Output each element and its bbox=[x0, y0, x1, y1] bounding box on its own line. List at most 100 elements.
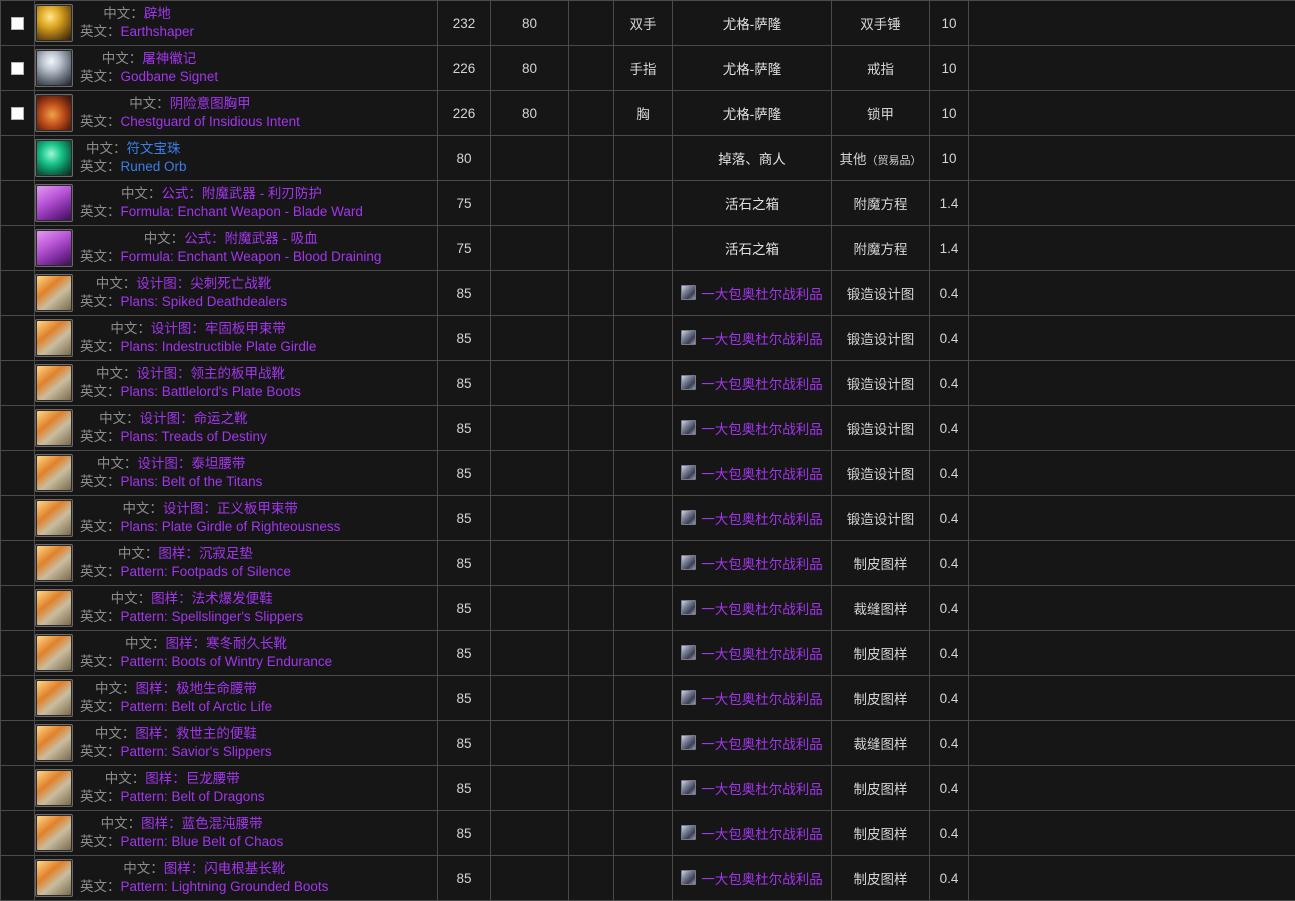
source-link[interactable]: 一大包奥杜尔战利品 bbox=[701, 823, 823, 843]
item-name-en[interactable]: Pattern: Spellslinger's Slippers bbox=[121, 609, 304, 624]
leatherworking-pattern-icon[interactable] bbox=[35, 859, 73, 897]
notes-cell bbox=[968, 270, 1295, 316]
source-cell[interactable]: 一大包奥杜尔战利品 bbox=[672, 675, 832, 721]
row-checkbox[interactable] bbox=[11, 17, 24, 31]
item-name-cn[interactable]: 公式：附魔武器 - 利刃防护 bbox=[161, 186, 322, 201]
source-cell[interactable]: 一大包奥杜尔战利品 bbox=[672, 540, 832, 586]
ring-icon[interactable] bbox=[35, 49, 73, 87]
type-cell: 锻造设计图 bbox=[831, 315, 930, 361]
source-cell[interactable]: 一大包奥杜尔战利品 bbox=[672, 270, 832, 316]
item-name-en[interactable]: Pattern: Boots of Wintry Endurance bbox=[121, 654, 333, 669]
item-name-cn[interactable]: 图样：沉寂足垫 bbox=[158, 546, 253, 561]
row-checkbox[interactable] bbox=[11, 107, 24, 121]
leatherworking-pattern-icon[interactable] bbox=[35, 769, 73, 807]
item-name-cn[interactable]: 设计图：命运之靴 bbox=[140, 411, 248, 426]
blacksmithing-plans-icon[interactable] bbox=[35, 499, 73, 537]
item-name-cn[interactable]: 图样：寒冬耐久长靴 bbox=[166, 636, 288, 651]
source-link[interactable]: 一大包奥杜尔战利品 bbox=[701, 553, 823, 573]
runed-orb-icon[interactable] bbox=[35, 139, 73, 177]
row-select-cell[interactable] bbox=[0, 0, 35, 46]
item-name-cn[interactable]: 设计图：正义板甲束带 bbox=[163, 501, 298, 516]
item-name-en[interactable]: Pattern: Belt of Arctic Life bbox=[121, 699, 273, 714]
item-name-en[interactable]: Plans: Treads of Destiny bbox=[121, 429, 267, 444]
enchanting-formula-icon[interactable] bbox=[35, 229, 73, 267]
item-name-en[interactable]: Runed Orb bbox=[121, 159, 187, 174]
two-handed-mace-icon[interactable] bbox=[35, 4, 73, 42]
table-row: 中文：图样：巨龙腰带 英文：Pattern: Belt of Dragons 85 一… bbox=[0, 765, 1295, 811]
lang-label: 中文： bbox=[122, 500, 163, 516]
item-name-en[interactable]: Pattern: Belt of Dragons bbox=[121, 789, 265, 804]
item-name-cn[interactable]: 辟地 bbox=[144, 6, 171, 21]
item-name-cn[interactable]: 图样：闪电根基长靴 bbox=[164, 861, 286, 876]
row-select-cell[interactable] bbox=[0, 45, 35, 91]
source-cell[interactable]: 一大包奥杜尔战利品 bbox=[672, 810, 832, 856]
source-cell[interactable]: 一大包奥杜尔战利品 bbox=[672, 405, 832, 451]
item-name-en[interactable]: Pattern: Lightning Grounded Boots bbox=[121, 879, 329, 894]
item-name-cn[interactable]: 设计图：泰坦腰带 bbox=[137, 456, 245, 471]
blacksmithing-plans-icon[interactable] bbox=[35, 364, 73, 402]
item-name-en[interactable]: Godbane Signet bbox=[121, 69, 219, 84]
leatherworking-pattern-icon[interactable] bbox=[35, 544, 73, 582]
source-link[interactable]: 一大包奥杜尔战利品 bbox=[701, 283, 823, 303]
item-name-en[interactable]: Plans: Battlelord's Plate Boots bbox=[121, 384, 301, 399]
source-link[interactable]: 一大包奥杜尔战利品 bbox=[701, 643, 823, 663]
source-link[interactable]: 一大包奥杜尔战利品 bbox=[701, 868, 823, 888]
blacksmithing-plans-icon[interactable] bbox=[35, 454, 73, 492]
tailoring-pattern-icon[interactable] bbox=[35, 724, 73, 762]
source-cell[interactable]: 一大包奥杜尔战利品 bbox=[672, 450, 832, 496]
item-name-cn[interactable]: 符文宝珠 bbox=[127, 141, 181, 156]
leatherworking-pattern-icon[interactable] bbox=[35, 814, 73, 852]
item-name-cn[interactable]: 图样：极地生命腰带 bbox=[136, 681, 258, 696]
item-name-en[interactable]: Pattern: Blue Belt of Chaos bbox=[121, 834, 284, 849]
blacksmithing-plans-icon[interactable] bbox=[35, 274, 73, 312]
source-link[interactable]: 一大包奥杜尔战利品 bbox=[701, 373, 823, 393]
item-name-cn[interactable]: 屠神徽记 bbox=[142, 51, 196, 66]
source-cell[interactable]: 一大包奥杜尔战利品 bbox=[672, 360, 832, 406]
row-checkbox[interactable] bbox=[11, 62, 24, 76]
chest-armor-icon[interactable] bbox=[35, 94, 73, 132]
item-name-en[interactable]: Pattern: Footpads of Silence bbox=[121, 564, 291, 579]
tailoring-pattern-icon[interactable] bbox=[35, 589, 73, 627]
lang-label: 英文： bbox=[80, 654, 121, 669]
source-cell[interactable]: 一大包奥杜尔战利品 bbox=[672, 495, 832, 541]
item-name-en[interactable]: Plans: Spiked Deathdealers bbox=[121, 294, 288, 309]
source-cell[interactable]: 一大包奥杜尔战利品 bbox=[672, 585, 832, 631]
item-name-cn[interactable]: 图样：蓝色混沌腰带 bbox=[141, 816, 263, 831]
item-name-en[interactable]: Plans: Indestructible Plate Girdle bbox=[121, 339, 317, 354]
lang-label: 中文： bbox=[143, 230, 185, 246]
item-name-en[interactable]: Formula: Enchant Weapon - Blood Draining bbox=[121, 249, 382, 264]
source-cell[interactable]: 一大包奥杜尔战利品 bbox=[672, 855, 832, 901]
source-link[interactable]: 一大包奥杜尔战利品 bbox=[701, 733, 823, 753]
row-select-cell[interactable] bbox=[0, 90, 35, 136]
item-name-en[interactable]: Earthshaper bbox=[121, 24, 195, 39]
item-name-en[interactable]: Formula: Enchant Weapon - Blade Ward bbox=[121, 204, 363, 219]
item-name-cn[interactable]: 设计图：尖刺死亡战靴 bbox=[136, 276, 271, 291]
blacksmithing-plans-icon[interactable] bbox=[35, 319, 73, 357]
item-name-cn[interactable]: 设计图：牢固板甲束带 bbox=[151, 321, 286, 336]
item-name-cn[interactable]: 阴险意图胸甲 bbox=[170, 96, 251, 111]
leatherworking-pattern-icon[interactable] bbox=[35, 679, 73, 717]
item-name-en[interactable]: Plans: Belt of the Titans bbox=[121, 474, 263, 489]
source-link[interactable]: 一大包奥杜尔战利品 bbox=[701, 508, 823, 528]
item-name-en[interactable]: Chestguard of Insidious Intent bbox=[121, 114, 300, 129]
item-name-en[interactable]: Plans: Plate Girdle of Righteousness bbox=[121, 519, 341, 534]
item-name-en[interactable]: Pattern: Savior's Slippers bbox=[121, 744, 272, 759]
source-cell[interactable]: 一大包奥杜尔战利品 bbox=[672, 630, 832, 676]
blacksmithing-plans-icon[interactable] bbox=[35, 409, 73, 447]
item-name-cn[interactable]: 图样：巨龙腰带 bbox=[145, 771, 240, 786]
leatherworking-pattern-icon[interactable] bbox=[35, 634, 73, 672]
source-link[interactable]: 一大包奥杜尔战利品 bbox=[701, 598, 823, 618]
source-cell[interactable]: 一大包奥杜尔战利品 bbox=[672, 315, 832, 361]
source-link[interactable]: 一大包奥杜尔战利品 bbox=[701, 778, 823, 798]
source-link[interactable]: 一大包奥杜尔战利品 bbox=[701, 463, 823, 483]
source-cell[interactable]: 一大包奥杜尔战利品 bbox=[672, 765, 832, 811]
source-link[interactable]: 一大包奥杜尔战利品 bbox=[701, 328, 823, 348]
source-link[interactable]: 一大包奥杜尔战利品 bbox=[701, 418, 823, 438]
source-link[interactable]: 一大包奥杜尔战利品 bbox=[701, 688, 823, 708]
item-name-cn[interactable]: 图样：救世主的便鞋 bbox=[135, 726, 257, 741]
enchanting-formula-icon[interactable] bbox=[35, 184, 73, 222]
item-name-cn[interactable]: 公式：附魔武器 - 吸血 bbox=[184, 231, 318, 246]
source-cell[interactable]: 一大包奥杜尔战利品 bbox=[672, 720, 832, 766]
item-name-cn[interactable]: 图样：法术爆发便鞋 bbox=[151, 591, 273, 606]
item-name-cn[interactable]: 设计图：领主的板甲战靴 bbox=[136, 366, 285, 381]
